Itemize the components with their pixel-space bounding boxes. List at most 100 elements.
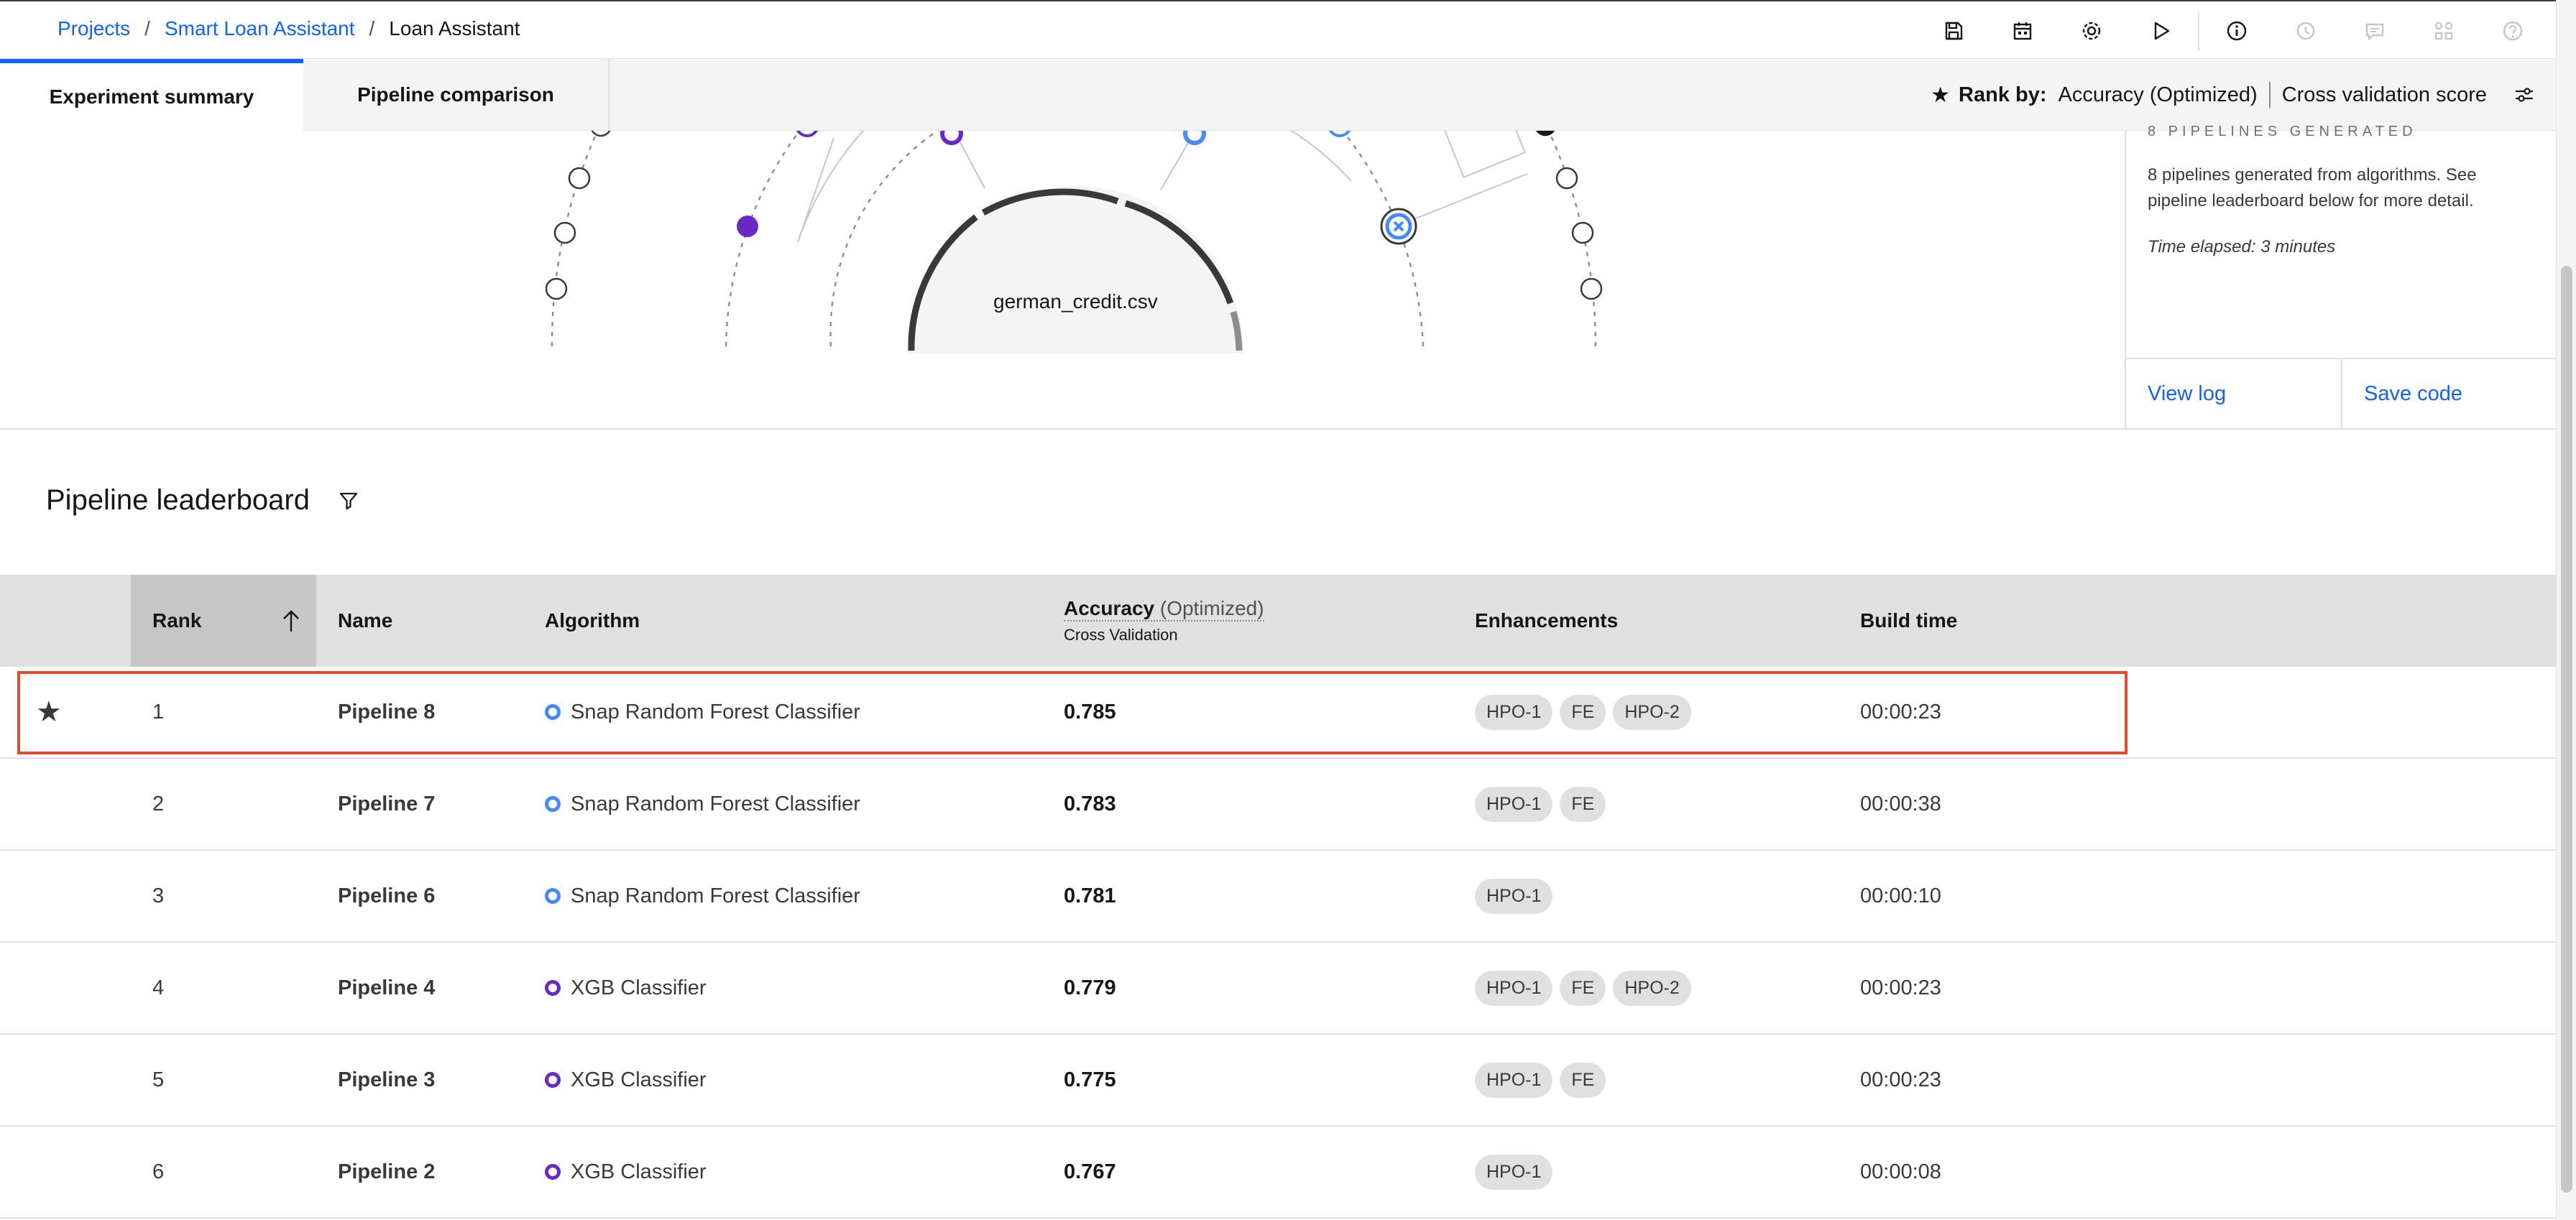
row-build-time: 00:00:08 <box>1860 1160 1941 1183</box>
breadcrumb-projects[interactable]: Projects <box>58 17 130 40</box>
row-build-time: 00:00:10 <box>1860 884 1941 907</box>
leaderboard-header: Rank Name Algorithm Accuracy (Optimized)… <box>0 575 2556 667</box>
page-scrollbar[interactable] <box>2556 0 2576 1220</box>
row-algorithm-label: XGB Classifier <box>571 976 707 999</box>
toolbar <box>1919 11 2547 50</box>
pipeline-node[interactable] <box>1571 221 1594 244</box>
snap-rf-dot-icon <box>545 796 561 812</box>
star-icon: ★ <box>36 696 62 728</box>
snap-rf-node[interactable] <box>1329 131 1351 137</box>
pipeline-node[interactable] <box>545 277 568 300</box>
pipeline-node[interactable] <box>591 131 611 137</box>
pipeline-node[interactable] <box>1535 131 1555 137</box>
row-pipeline-name[interactable]: Pipeline 4 <box>338 943 435 1033</box>
breadcrumb-current: Loan Assistant <box>389 17 520 40</box>
pipelines-generated-heading: 8 pipelines generated <box>2148 124 2417 139</box>
column-enhancements[interactable]: Enhancements <box>1475 575 1618 667</box>
row-build-time: 00:00:23 <box>1860 976 1941 999</box>
row-pipeline-name[interactable]: Pipeline 2 <box>338 1127 435 1217</box>
row-pipeline-name[interactable]: Pipeline 8 <box>338 667 435 757</box>
scroll-thumb[interactable] <box>2561 266 2572 1193</box>
comments-button[interactable] <box>2340 11 2409 50</box>
row-enhancements: HPO-1 <box>1475 851 1560 941</box>
pipeline-node[interactable] <box>568 167 591 190</box>
sort-ascending-icon <box>283 610 299 632</box>
table-row[interactable]: ★ 1 Pipeline 8 Snap Random Forest Classifie… <box>0 667 2556 759</box>
row-enhancements: HPO-1 FE <box>1475 1035 1613 1125</box>
filter-icon <box>339 492 358 509</box>
row-accuracy: 0.775 <box>1064 1068 1116 1091</box>
enhancement-tag: FE <box>1560 970 1606 1006</box>
xgb-node[interactable] <box>796 131 818 137</box>
info-icon <box>2227 21 2247 41</box>
breadcrumb-separator: / <box>369 17 375 40</box>
row-algorithm-label: Snap Random Forest Classifier <box>571 792 860 815</box>
filter-button[interactable] <box>339 491 359 511</box>
toolbar-divider <box>2198 11 2199 50</box>
tab-label: Experiment summary <box>49 86 254 108</box>
history-button[interactable] <box>2271 11 2340 50</box>
table-row[interactable]: 4 Pipeline 4 XGB Classifier 0.779 HPO-1 FE HPO… <box>0 943 2556 1035</box>
enhancement-tag: HPO-2 <box>1613 694 1691 730</box>
table-row[interactable]: 5 Pipeline 3 XGB Classifier 0.775 HPO-1 FE 00:… <box>0 1035 2556 1127</box>
table-row[interactable]: 3 Pipeline 6 Snap Random Forest Classifier… <box>0 851 2556 943</box>
comment-icon <box>2365 23 2384 41</box>
column-algorithm[interactable]: Algorithm <box>545 575 640 667</box>
pipeline-node[interactable] <box>553 221 576 244</box>
column-accuracy[interactable]: Accuracy (Optimized) Cross Validation <box>1064 575 1264 667</box>
table-row[interactable]: 6 Pipeline 2 XGB Classifier 0.767 HPO-1 00:00… <box>0 1127 2556 1219</box>
row-pipeline-name[interactable]: Pipeline 3 <box>338 1035 435 1125</box>
column-rank[interactable]: Rank <box>131 575 316 667</box>
help-button[interactable] <box>2478 11 2547 50</box>
dataset-node[interactable] <box>908 186 1243 353</box>
save-code-link[interactable]: Save code <box>2341 359 2557 428</box>
row-rank: 5 <box>152 1068 165 1091</box>
leaderboard-title-text: Pipeline leaderboard <box>46 484 310 516</box>
snap-rf-dot-icon <box>545 704 561 720</box>
row-pipeline-name[interactable]: Pipeline 6 <box>338 851 435 941</box>
row-algorithm: Snap Random Forest Classifier <box>545 667 860 757</box>
tab-pipeline-comparison[interactable]: Pipeline comparison <box>303 59 610 131</box>
pipeline-visualization: german_credit.csv <box>0 131 2125 428</box>
xgb-node[interactable] <box>737 216 758 237</box>
row-algorithm: XGB Classifier <box>545 1127 707 1217</box>
run-icon <box>2154 22 2170 40</box>
info-button[interactable] <box>2202 11 2271 50</box>
history-icon <box>2296 22 2315 40</box>
breadcrumb-project[interactable]: Smart Loan Assistant <box>165 17 355 40</box>
tab-label: Pipeline comparison <box>357 83 554 106</box>
pipeline-node[interactable] <box>1580 277 1603 300</box>
column-name[interactable]: Name <box>338 575 392 667</box>
xgb-dot-icon <box>545 1164 561 1180</box>
rank-by-control[interactable]: ★ Rank by: Accuracy (Optimized) Cross va… <box>1931 59 2536 131</box>
rank-by-label: Rank by: <box>1959 83 2047 106</box>
row-build-time: 00:00:23 <box>1860 1068 1941 1091</box>
run-button[interactable] <box>2126 11 2195 50</box>
row-algorithm-label: XGB Classifier <box>571 1160 707 1183</box>
enhancement-tag: HPO-1 <box>1475 786 1553 822</box>
save-button[interactable] <box>1919 11 1988 50</box>
pipeline-graph <box>545 131 1603 353</box>
row-pipeline-name[interactable]: Pipeline 7 <box>338 759 435 849</box>
enhancement-tag: HPO-1 <box>1475 970 1553 1006</box>
tab-experiment-summary[interactable]: Experiment summary <box>0 59 303 131</box>
adjust-settings-button[interactable] <box>2513 83 2536 106</box>
view-log-link[interactable]: View log <box>2126 359 2341 428</box>
xgb-node[interactable] <box>940 131 963 145</box>
column-rank-label: Rank <box>152 609 202 632</box>
row-build-time: 00:00:23 <box>1860 700 1941 724</box>
row-enhancements: HPO-1 <box>1475 1127 1560 1217</box>
column-build-time[interactable]: Build time <box>1860 575 1957 667</box>
connections-button[interactable] <box>2409 11 2478 50</box>
schedule-button[interactable] <box>1988 11 2057 50</box>
row-accuracy: 0.767 <box>1064 1160 1116 1183</box>
connector-line <box>955 134 985 189</box>
snap-rf-node[interactable] <box>1183 131 1206 145</box>
sliders-icon <box>2516 88 2533 102</box>
section-divider <box>0 428 2556 430</box>
enhancement-tag: HPO-1 <box>1475 1062 1553 1098</box>
table-row[interactable]: 2 Pipeline 7 Snap Random Forest Classifier… <box>0 759 2556 851</box>
pipeline-node[interactable] <box>1555 167 1578 190</box>
settings-button[interactable] <box>2057 11 2126 50</box>
save-icon <box>1945 22 1963 40</box>
